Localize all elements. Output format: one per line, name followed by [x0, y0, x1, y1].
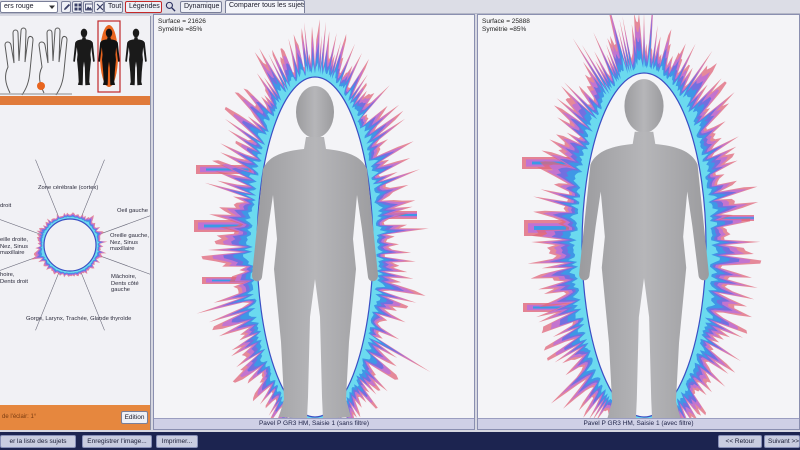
- search-icon: [165, 1, 176, 12]
- grid-button[interactable]: [72, 1, 82, 13]
- print-button[interactable]: Imprimer...: [156, 435, 198, 448]
- view-selector-icons: [0, 20, 147, 96]
- aura-image-unfiltered: [194, 19, 431, 420]
- sector-label-right-ear: eille droite, Nez, Sinus maxillaire: [0, 237, 29, 257]
- sector-label-left-jaw: Mâchoire, Dents côté gauche: [111, 274, 139, 294]
- image-caption: Pavel P GR3 HM, Saisie 1 (avec filtre): [478, 418, 799, 429]
- footer-bar: er la liste des sujets Enregistrer l'ima…: [0, 432, 800, 450]
- legends-button[interactable]: Légendes: [125, 1, 162, 13]
- finger-marker: [37, 82, 45, 90]
- sector-label-right-eye: droit: [0, 203, 12, 209]
- aura-panel-unfiltered: Surface = 21626 Symétrie =85% Pavel P GR…: [153, 14, 475, 430]
- image-button[interactable]: [83, 1, 93, 13]
- close-button[interactable]: [94, 1, 104, 13]
- sector-label-left-ear: Oreille gauche, Nez, Sinus maxillaire: [110, 233, 149, 253]
- dynamic-button[interactable]: Dynamique: [180, 1, 222, 13]
- edit-button[interactable]: [61, 1, 71, 13]
- view-selector-bar: [0, 96, 150, 105]
- image-stats: Surface = 21626 Symétrie =85%: [158, 18, 206, 34]
- edition-button[interactable]: Edition: [121, 411, 148, 424]
- aura-image-filtered: [522, 15, 762, 420]
- sidebar-status-bar: de l'éclair: 1° Edition: [0, 405, 150, 430]
- sector-label-left-eye: Oeil gauche: [117, 208, 148, 214]
- image-stats: Surface = 25888 Symétrie =85%: [482, 18, 530, 34]
- sector-label-right-jaw: hoire, Dents droit: [0, 272, 29, 285]
- head-aura-ring: [31, 212, 108, 278]
- body-side-icon[interactable]: [125, 28, 147, 86]
- surface-value: Surface = 21626: [158, 18, 206, 25]
- subject-list-button[interactable]: er la liste des sujets: [0, 435, 76, 448]
- gdv-application-window: ers rouge Tout Légendes Dynamique Compar…: [0, 0, 800, 450]
- search-button[interactable]: [165, 1, 177, 13]
- save-image-button[interactable]: Enregistrer l'image...: [82, 435, 152, 448]
- color-mode-value: ers rouge: [4, 3, 34, 10]
- sidebar: Zone cérébrale (cortex) droit Oeil gauch…: [0, 16, 151, 430]
- chevron-down-icon: [49, 5, 55, 9]
- sidebar-status-text: de l'éclair: 1°: [2, 414, 37, 420]
- view-selector: [0, 16, 150, 96]
- hand-left-icon[interactable]: [4, 27, 34, 96]
- image-icon: [85, 3, 92, 11]
- body-selected-icon[interactable]: [97, 20, 121, 93]
- sector-label-throat: Gorge, Larynx, Trachée, Glande thyroïde: [26, 316, 132, 322]
- show-all-button[interactable]: Tout: [104, 1, 123, 13]
- symmetry-value: Symétrie =85%: [482, 26, 527, 33]
- toolbar: ers rouge Tout Légendes Dynamique Compar…: [0, 0, 800, 14]
- edit-icon: [64, 3, 70, 10]
- hand-right-icon[interactable]: [37, 27, 68, 96]
- grid-icon: [74, 3, 81, 11]
- symmetry-value: Symétrie =85%: [158, 26, 203, 33]
- next-button[interactable]: Suivant >>: [764, 435, 800, 448]
- sector-label-cortex: Zone cérébrale (cortex): [38, 185, 99, 191]
- sector-diagram: Zone cérébrale (cortex) droit Oeil gauch…: [0, 105, 150, 405]
- body-front-icon[interactable]: [73, 28, 95, 86]
- compare-subjects-tab[interactable]: Comparer tous les sujets: [225, 0, 305, 13]
- image-caption: Pavel P GR3 HM, Saisie 1 (sans filtre): [154, 418, 474, 429]
- aura-inner-field: [43, 218, 97, 272]
- close-icon: [96, 3, 103, 11]
- back-button[interactable]: << Retour: [718, 435, 762, 448]
- color-mode-select[interactable]: ers rouge: [0, 1, 58, 13]
- aura-panel-filtered: Surface = 25888 Symétrie =85% Pavel P GR…: [477, 14, 800, 430]
- surface-value: Surface = 25888: [482, 18, 530, 25]
